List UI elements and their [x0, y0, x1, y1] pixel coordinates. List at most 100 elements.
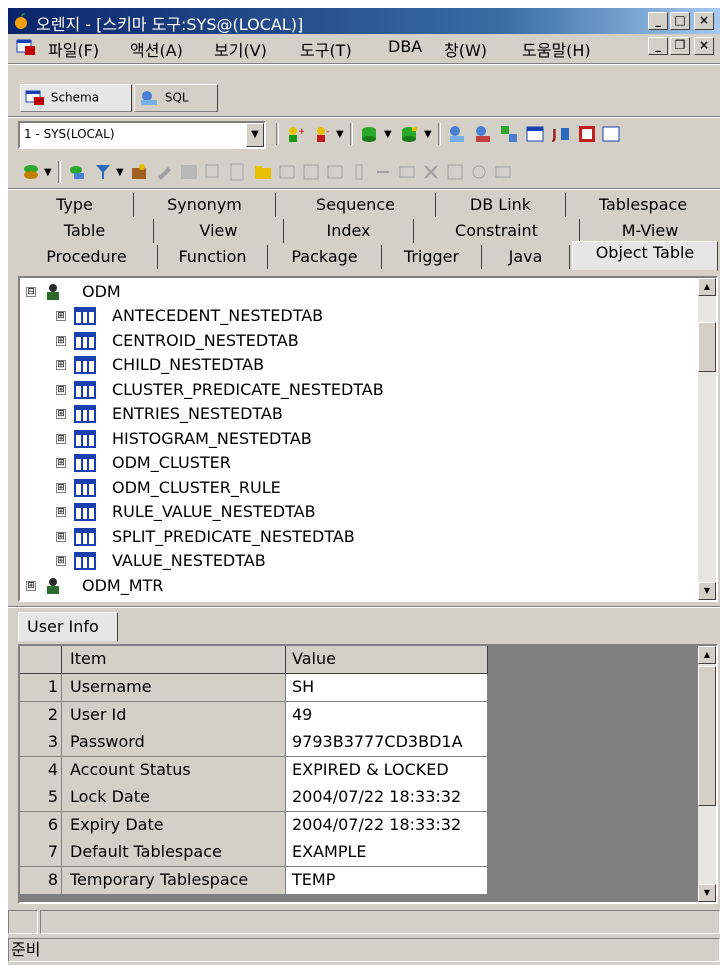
- compile-icon[interactable]: J: [552, 125, 570, 143]
- tab-view[interactable]: View: [154, 219, 284, 243]
- tab-synonym[interactable]: Synonym: [134, 193, 276, 217]
- folder-icon[interactable]: [254, 163, 272, 181]
- tab-index[interactable]: Index: [284, 219, 414, 243]
- dropdown-arrow-icon[interactable]: ▼: [336, 129, 344, 140]
- cell-value[interactable]: EXPIRED & LOCKED: [286, 756, 488, 785]
- tab-type[interactable]: Type: [16, 193, 134, 217]
- sql-run-icon[interactable]: [474, 125, 492, 143]
- cell-item[interactable]: Account Status: [62, 756, 286, 785]
- drop-user-icon[interactable]: -: [314, 125, 332, 143]
- tab-tablespace[interactable]: Tablespace: [566, 193, 720, 217]
- cell-value[interactable]: 2004/07/22 18:33:32: [286, 784, 488, 812]
- tree-node-object-table[interactable]: ⊞ CENTROID_NESTEDTAB: [20, 329, 690, 353]
- connection-select[interactable]: 1 - SYS(LOCAL) ▼: [18, 121, 266, 149]
- cell-value[interactable]: SH: [286, 674, 488, 702]
- row-number[interactable]: 5: [20, 784, 62, 812]
- tab-m-view[interactable]: M-View: [580, 219, 720, 243]
- expand-icon[interactable]: ⊞: [56, 482, 66, 493]
- tab-sql[interactable]: SQL: [134, 84, 218, 112]
- tree-node-object-table[interactable]: ⊞ HISTOGRAM_NESTEDTAB: [20, 427, 690, 451]
- dropdown-arrow-icon[interactable]: ▼: [116, 167, 124, 178]
- cell-value[interactable]: 9793B3777CD3BD1A: [286, 729, 488, 757]
- tree-scrollbar[interactable]: ▲ ▼: [698, 278, 716, 600]
- add-user-icon[interactable]: +: [286, 125, 304, 143]
- menu-window[interactable]: 창(W): [444, 37, 487, 61]
- collapse-icon[interactable]: ⊟: [26, 287, 36, 297]
- maximize-button[interactable]: □: [670, 12, 690, 30]
- title-bar[interactable]: 오렌지 - [스키마 도구:SYS@(LOCAL)] _ □ ×: [8, 8, 720, 34]
- cell-value[interactable]: EXAMPLE: [286, 839, 488, 867]
- close-button[interactable]: ×: [694, 12, 714, 30]
- tree-node-object-table[interactable]: ⊞ ODM_CLUSTER_RULE: [20, 476, 690, 500]
- grid-scrollbar[interactable]: ▲ ▼: [698, 646, 716, 902]
- mdi-minimize-button[interactable]: _: [648, 37, 668, 55]
- filter-icon[interactable]: [94, 163, 112, 181]
- cell-item[interactable]: Default Tablespace: [62, 839, 286, 867]
- tab-constraint[interactable]: Constraint: [414, 219, 580, 243]
- refresh-icon[interactable]: [68, 163, 86, 181]
- menu-action[interactable]: 액션(A): [130, 37, 183, 61]
- expand-icon[interactable]: ⊞: [56, 507, 66, 517]
- menu-file[interactable]: 파일(F): [48, 37, 99, 61]
- tree-node-object-table[interactable]: ⊞ SPLIT_PREDICATE_NESTEDTAB: [20, 525, 690, 549]
- tree-node-object-table[interactable]: ⊞ ANTECEDENT_NESTEDTAB: [20, 304, 690, 328]
- column-header-value[interactable]: Value: [286, 646, 488, 674]
- expand-icon[interactable]: ⊞: [26, 581, 36, 591]
- tab-procedure[interactable]: Procedure: [16, 245, 158, 269]
- expand-icon[interactable]: ⊞: [56, 335, 66, 346]
- scroll-thumb[interactable]: [698, 666, 716, 806]
- splitter[interactable]: [8, 606, 720, 608]
- schema-filter-icon[interactable]: [22, 163, 40, 181]
- cell-value[interactable]: TEMP: [286, 866, 488, 895]
- row-number[interactable]: 3: [20, 729, 62, 757]
- tab-schema[interactable]: Schema: [20, 84, 132, 112]
- tab-package[interactable]: Package: [268, 245, 382, 269]
- row-number[interactable]: 1: [20, 674, 62, 702]
- expand-icon[interactable]: ⊞: [56, 360, 66, 370]
- mdi-close-button[interactable]: ×: [694, 37, 714, 55]
- dropdown-arrow-icon[interactable]: ▼: [384, 129, 392, 140]
- sql-query-icon[interactable]: [448, 125, 466, 143]
- scroll-up-icon[interactable]: ▲: [698, 646, 716, 664]
- menu-dba[interactable]: DBA: [388, 37, 422, 56]
- row-number[interactable]: 4: [20, 756, 62, 785]
- expand-icon[interactable]: ⊞: [56, 531, 66, 542]
- new-object-icon[interactable]: [130, 163, 148, 181]
- cell-value[interactable]: 2004/07/22 18:33:32: [286, 811, 488, 840]
- expand-icon[interactable]: ⊞: [56, 409, 66, 419]
- properties-icon[interactable]: [526, 125, 544, 143]
- tab-trigger[interactable]: Trigger: [382, 245, 482, 269]
- dropdown-arrow-icon[interactable]: ▼: [424, 129, 432, 140]
- report-icon[interactable]: [578, 125, 596, 143]
- explain-plan-icon[interactable]: [500, 125, 518, 143]
- menu-tools[interactable]: 도구(T): [300, 37, 352, 61]
- expand-icon[interactable]: ⊞: [56, 384, 66, 395]
- scroll-down-icon[interactable]: ▼: [698, 582, 716, 600]
- dropdown-arrow-icon[interactable]: ▼: [44, 167, 52, 178]
- cell-value[interactable]: 49: [286, 701, 488, 730]
- menu-help[interactable]: 도움말(H): [522, 37, 591, 61]
- tree-node-object-table[interactable]: ⊞ VALUE_NESTEDTAB: [20, 549, 690, 573]
- tree-node-object-table[interactable]: ⊞ CLUSTER_PREDICATE_NESTEDTAB: [20, 378, 690, 402]
- column-header-item[interactable]: Item: [62, 646, 286, 674]
- tab-java[interactable]: Java: [482, 245, 570, 269]
- tree-node-object-table[interactable]: ⊞ ENTRIES_NESTEDTAB: [20, 402, 690, 426]
- tab-db-link[interactable]: DB Link: [436, 193, 566, 217]
- scroll-down-icon[interactable]: ▼: [698, 884, 716, 902]
- drop-object-icon[interactable]: [400, 125, 418, 143]
- scroll-thumb[interactable]: [698, 322, 716, 372]
- expand-icon[interactable]: ⊞: [56, 458, 66, 468]
- tree-node-schema[interactable]: ⊟ ODM: [20, 280, 690, 304]
- chevron-down-icon[interactable]: ▼: [246, 123, 264, 147]
- tree-node-object-table[interactable]: ⊞ RULE_VALUE_NESTEDTAB: [20, 500, 690, 524]
- tab-function[interactable]: Function: [158, 245, 268, 269]
- cell-item[interactable]: Lock Date: [62, 784, 286, 812]
- row-number[interactable]: 7: [20, 839, 62, 867]
- tab-table[interactable]: Table: [16, 219, 154, 243]
- tree-node-schema[interactable]: ⊞ ODM_MTR: [20, 574, 690, 598]
- mdi-restore-button[interactable]: ❐: [670, 37, 690, 55]
- cell-item[interactable]: Expiry Date: [62, 811, 286, 840]
- tab-user-info[interactable]: User Info: [18, 612, 118, 642]
- expand-icon[interactable]: ⊞: [56, 433, 66, 444]
- tree-node-object-table[interactable]: ⊞ ODM_CLUSTER: [20, 451, 690, 475]
